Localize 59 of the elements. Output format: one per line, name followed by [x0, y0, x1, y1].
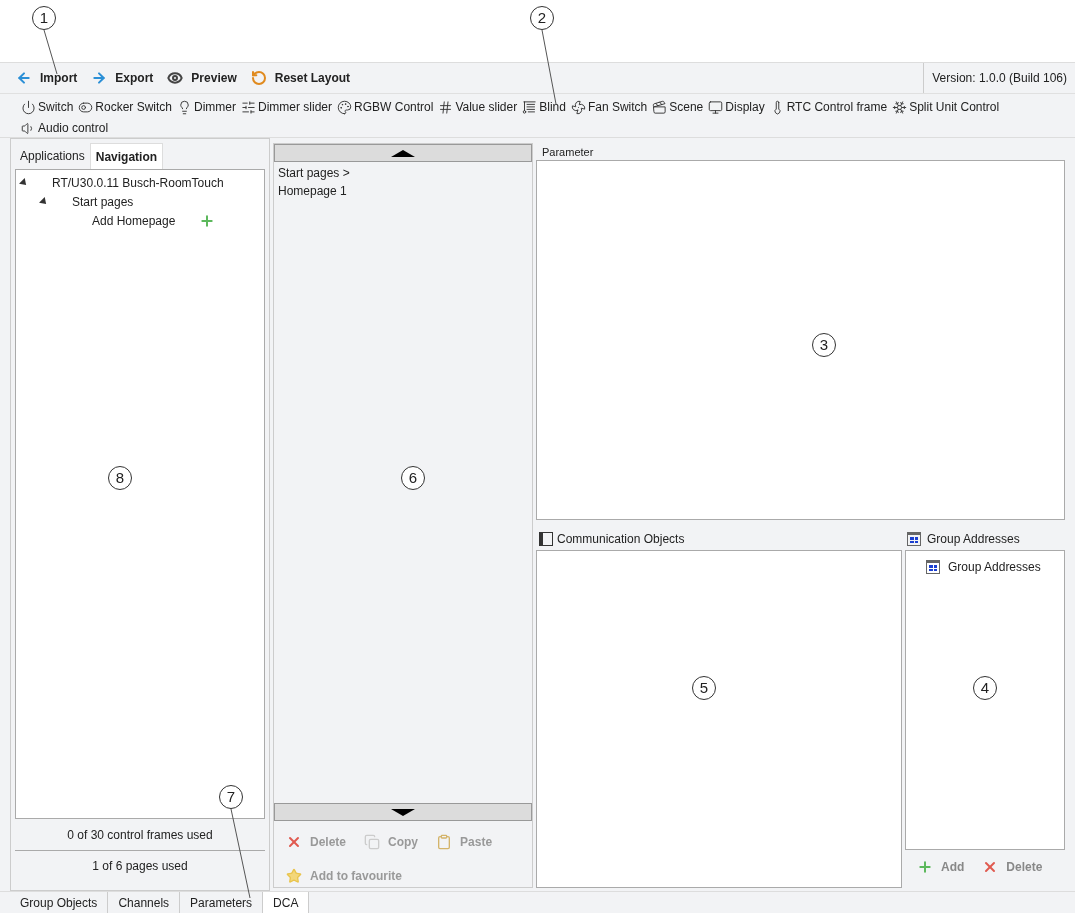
toolbar-button[interactable]: Reset Layout [250, 69, 351, 87]
control-button[interactable]: Scene [652, 98, 704, 116]
usage-label: 1 of 6 pages used [92, 858, 188, 875]
tree-item[interactable]: Start pages [72, 192, 134, 211]
usage-label: 0 of 30 control frames used [67, 826, 213, 844]
bottom-tab[interactable]: DCA [263, 892, 310, 913]
control-button[interactable]: Dimmer [177, 98, 237, 116]
slider-icon [241, 99, 257, 115]
copy-icon [364, 834, 381, 850]
toolbar-button[interactable]: Export [91, 69, 154, 87]
close-icon [286, 834, 302, 850]
fan-icon [570, 99, 586, 115]
control-button[interactable]: Blind [522, 98, 566, 116]
toolbar-button[interactable]: Preview [167, 69, 237, 87]
panel-tab[interactable]: Applications [15, 143, 90, 169]
callout-number: 1 [32, 6, 56, 30]
toggle-icon [78, 99, 94, 115]
control-button[interactable]: Fan Switch [570, 98, 648, 116]
power-icon [21, 99, 36, 115]
palette-icon [337, 99, 353, 115]
clipboard-icon [436, 834, 453, 850]
grid-icon [907, 532, 921, 546]
control-button[interactable]: Rocker Switch [78, 98, 173, 116]
control-button[interactable]: Split Unit Control [892, 98, 1000, 116]
bottom-tab[interactable]: Group Objects [10, 892, 109, 913]
triangle-down-icon [391, 808, 415, 816]
reset-icon [250, 70, 267, 86]
control-button[interactable]: Switch [21, 98, 74, 116]
tree-item[interactable]: Add Homepage [92, 211, 176, 230]
control-button[interactable]: Dimmer slider [241, 98, 333, 116]
control-button[interactable]: Value slider [438, 98, 518, 116]
callout-number: 2 [530, 6, 554, 30]
page-title: Homepage 1 [278, 183, 348, 200]
toolbar-button[interactable]: Import [16, 69, 78, 87]
version-label: Version: 1.0.0 (Build 106) [932, 70, 1067, 87]
tree-item[interactable]: RT/U30.0.11 Busch-RoomTouch [52, 173, 224, 192]
panel-icon [539, 532, 553, 546]
monitor-icon [708, 99, 724, 115]
control-button[interactable]: RTC Control frame [769, 98, 888, 116]
control-button[interactable]: Display [708, 98, 765, 116]
breadcrumb[interactable]: Start pages > [278, 164, 532, 182]
plus-icon [917, 859, 933, 875]
list-item[interactable]: Group Addresses [948, 558, 1041, 576]
panel-tab[interactable]: Navigation [89, 143, 164, 169]
hash-icon [438, 99, 454, 115]
blinds-icon [522, 99, 538, 115]
control-button[interactable]: RGBW Control [337, 98, 434, 116]
bottom-tab[interactable]: Channels [108, 892, 181, 913]
triangle-up-icon [391, 149, 415, 157]
clapperboard-icon [652, 99, 668, 115]
leader-line [43, 30, 58, 74]
control-button[interactable]: Audio control [21, 119, 109, 137]
panel-title: Parameter [541, 145, 595, 160]
panel-title: Group Addresses [927, 531, 1020, 548]
star-icon [286, 868, 302, 884]
eye-icon [167, 70, 184, 86]
snowflake-icon [892, 99, 908, 115]
panel-title: Communication Objects [557, 531, 685, 548]
grid-icon [926, 560, 940, 574]
